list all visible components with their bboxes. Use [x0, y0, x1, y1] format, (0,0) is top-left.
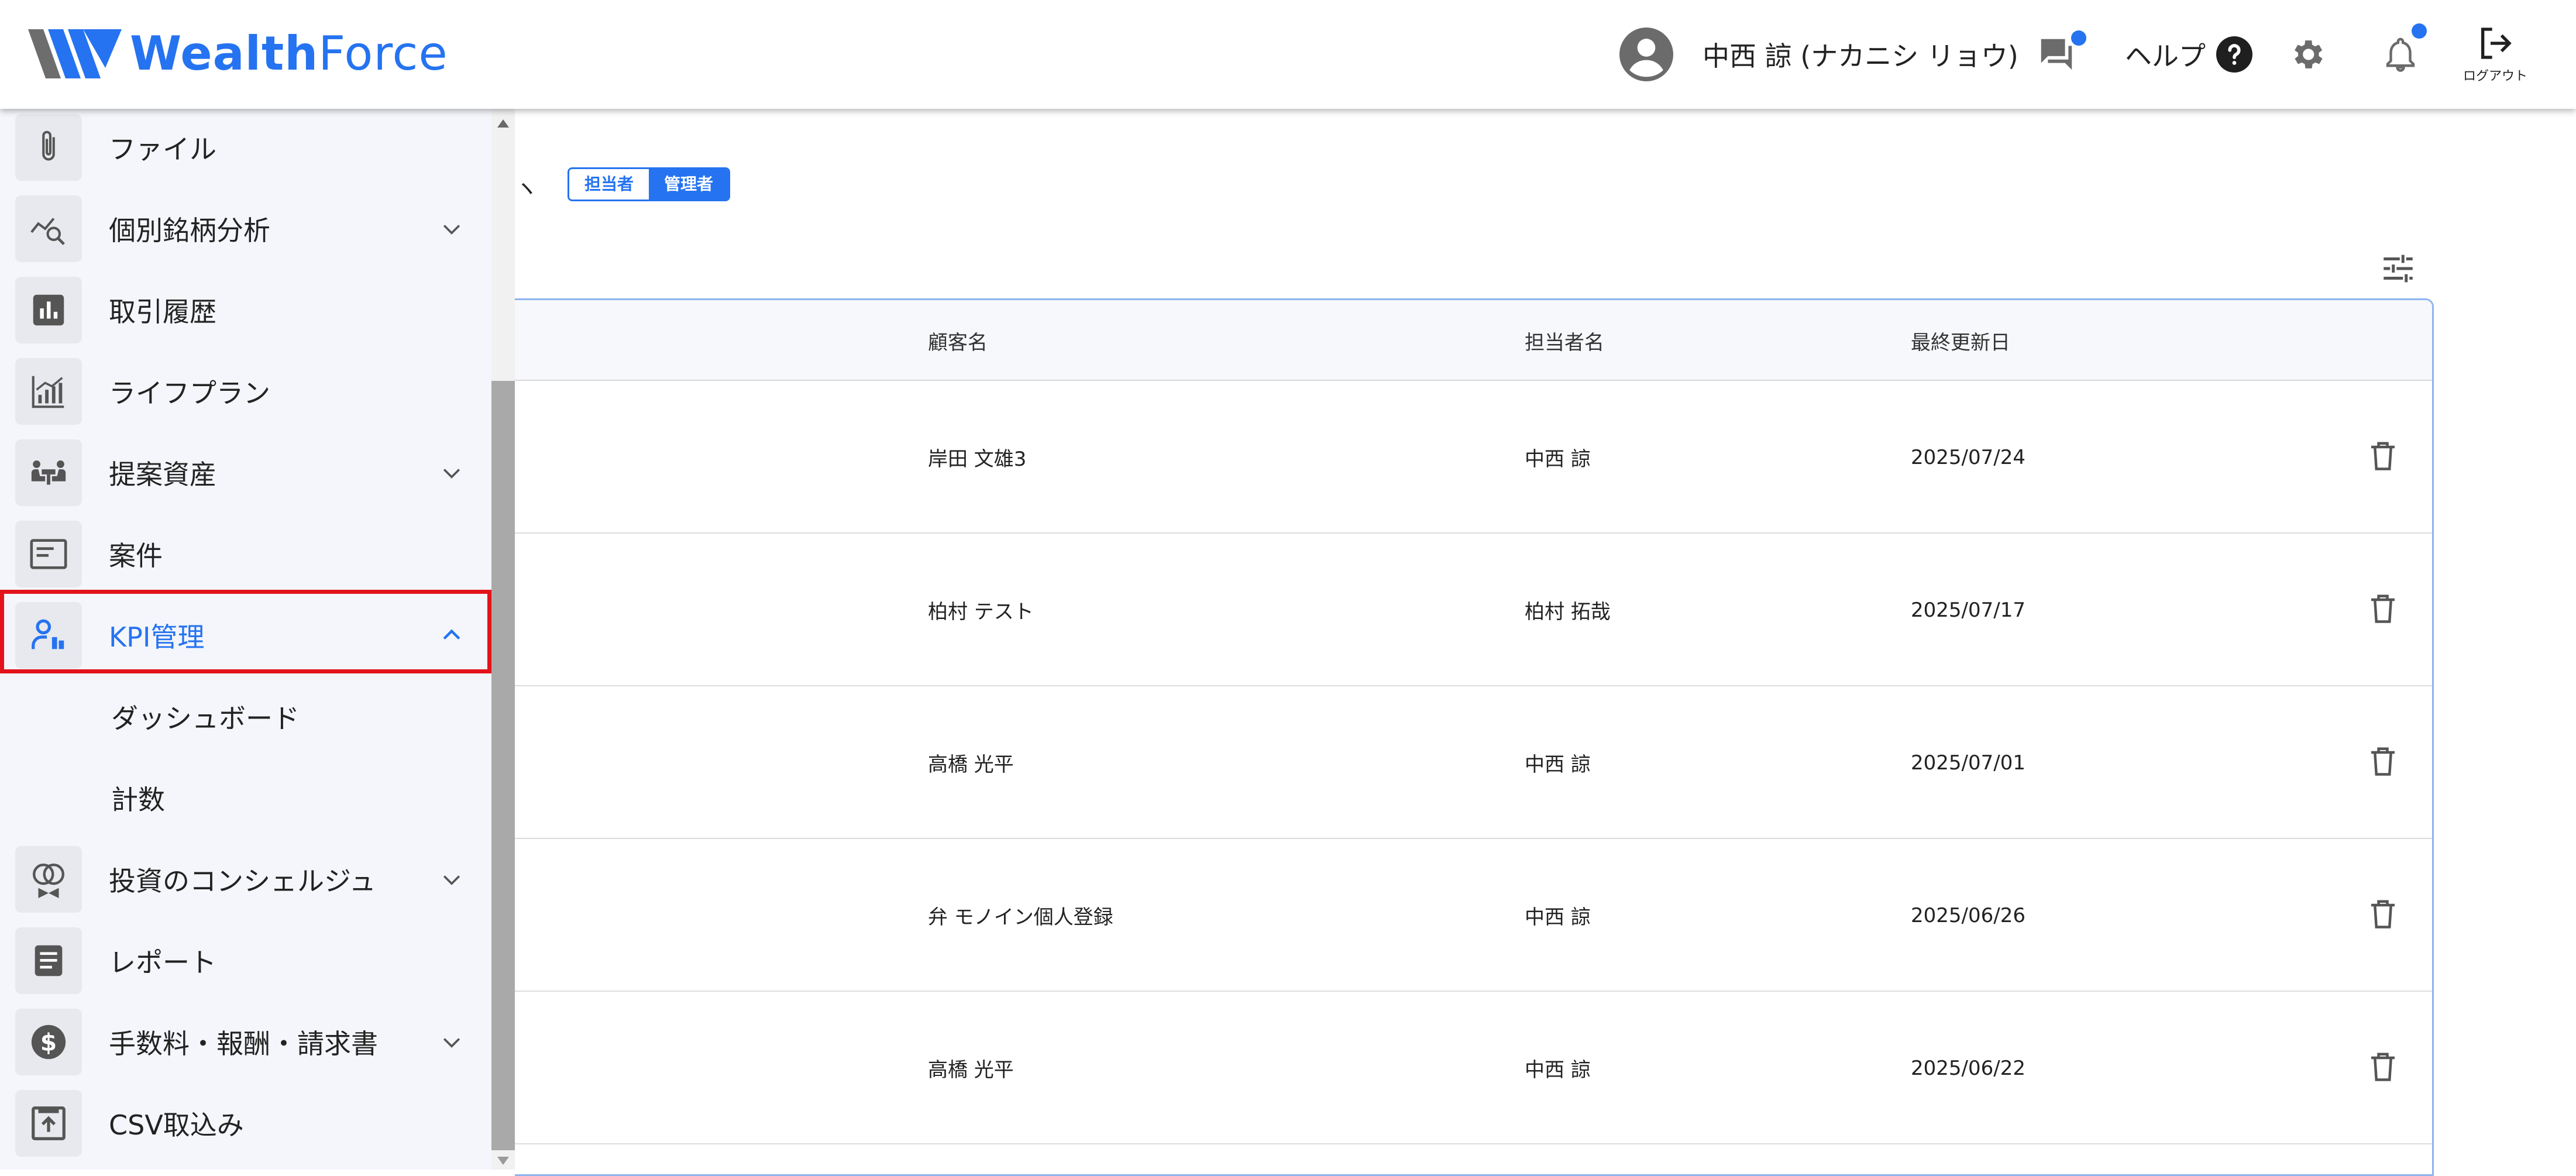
- user-name[interactable]: 中西 諒 (ナカニシ リョウ): [1703, 0, 2018, 109]
- column-header-updated[interactable]: 最終更新日: [1911, 300, 2010, 381]
- bell-notification-dot: [2412, 23, 2427, 39]
- table-header: 顧客名 担当者名 最終更新日: [515, 300, 2432, 381]
- main-content: ヽ 担当者 管理者 顧客名 担当者名 最終更新日 岸田 文雄3 中西 諒 202…: [515, 109, 2576, 1176]
- trash-icon[interactable]: [2365, 1047, 2400, 1086]
- staff-name-cell: 中西 諒: [1525, 1058, 1591, 1082]
- chevron-down-icon: [443, 875, 460, 885]
- client-name-cell: 高橋 光平: [928, 1058, 1014, 1082]
- sidebar-item-kpi[interactable]: KPI管理: [0, 594, 491, 676]
- filter-settings-icon[interactable]: [2379, 249, 2417, 288]
- updated-date-cell: 2025/06/22: [1911, 1056, 2025, 1080]
- meeting-icon: [15, 439, 82, 506]
- card-icon: [15, 520, 82, 587]
- chart-search-icon: [15, 195, 82, 262]
- sidebar-item-label: CSV取込み: [109, 1109, 244, 1141]
- help-icon: [2216, 36, 2252, 73]
- sidebar-item-stock-analysis[interactable]: 個別銘柄分析: [0, 188, 491, 269]
- client-name-cell: 弁 モノイン個人登録: [928, 906, 1113, 929]
- trash-icon[interactable]: [2365, 436, 2400, 475]
- sidebar-item-label: KPI管理: [109, 621, 205, 653]
- table-row[interactable]: 岸田 文雄3 中西 諒 2025/07/24: [515, 381, 2432, 534]
- help-link[interactable]: ヘルプ: [2125, 0, 2252, 109]
- svg-text:$: $: [40, 1028, 57, 1056]
- sidebar-item-file[interactable]: ファイル: [0, 106, 491, 188]
- trash-icon[interactable]: [2365, 895, 2400, 933]
- trash-icon[interactable]: [2365, 589, 2400, 628]
- person-kpi-icon: [15, 601, 82, 669]
- sidebar-item-proposal-assets[interactable]: 提案資産: [0, 432, 491, 513]
- logo-mark-icon: [28, 29, 122, 78]
- sidebar-item-cases[interactable]: 案件: [0, 513, 491, 594]
- logout-label: ログアウト: [2462, 69, 2527, 84]
- role-toggle-admin[interactable]: 管理者: [649, 169, 729, 200]
- table-row[interactable]: 柏村 テスト 柏村 拓哉 2025/07/17: [515, 534, 2432, 686]
- growth-chart-icon: [15, 357, 82, 425]
- wealthforce-logo[interactable]: WealthForce: [28, 26, 448, 82]
- sidebar-item-life-plan[interactable]: ライフプラン: [0, 350, 491, 432]
- table-row[interactable]: 高橋 光平 中西 諒 2025/06/22: [515, 992, 2432, 1144]
- app-header: WealthForce 中西 諒 (ナカニシ リョウ) ヘルプ ログアウト: [0, 0, 2576, 109]
- updated-date-cell: 2025/07/17: [1911, 598, 2025, 622]
- client-name-cell: 柏村 テスト: [928, 600, 1034, 624]
- sidebar-item-label: 投資のコンシェルジュ: [109, 865, 376, 897]
- column-header-client[interactable]: 顧客名: [928, 300, 988, 381]
- document-icon: [15, 927, 82, 994]
- user-avatar-icon[interactable]: [1619, 0, 1673, 109]
- chevron-up-icon: [443, 629, 460, 639]
- chat-icon[interactable]: [2036, 0, 2086, 109]
- sidebar-subitem-counts[interactable]: 計数: [111, 757, 165, 838]
- sidebar-item-label: 提案資産: [109, 458, 216, 490]
- role-toggle-staff[interactable]: 担当者: [569, 169, 649, 200]
- scrollbar-thumb[interactable]: [491, 381, 515, 1150]
- sidebar-item-label: ライフプラン: [109, 377, 270, 409]
- scroll-up-arrow-icon[interactable]: [497, 119, 509, 128]
- sidebar-item-concierge[interactable]: 投資のコンシェルジュ: [0, 838, 491, 920]
- trash-icon[interactable]: [2365, 742, 2400, 780]
- logo-text: WealthForce: [130, 26, 448, 81]
- sidebar-nav: ファイル 個別銘柄分析 取引履歴 ライフプラン 提案資産 案件 KPI管理 ダッ…: [0, 109, 491, 1170]
- role-toggle[interactable]: 担当者 管理者: [568, 167, 731, 201]
- paperclip-icon: [15, 114, 82, 181]
- sidebar-item-label: 取引履歴: [109, 295, 216, 328]
- logout-button[interactable]: ログアウト: [2457, 0, 2533, 109]
- table-row[interactable]: 弁 モノイン個人登録 中西 諒 2025/06/26: [515, 839, 2432, 992]
- chevron-down-icon: [443, 1037, 460, 1048]
- sidebar-item-trade-history[interactable]: 取引履歴: [0, 269, 491, 350]
- bell-icon[interactable]: [2381, 0, 2427, 109]
- table-row[interactable]: 高橋 光平 中西 諒 2025/07/01: [515, 686, 2432, 839]
- scroll-down-arrow-icon[interactable]: [497, 1157, 509, 1165]
- client-name-cell: 岸田 文雄3: [928, 448, 1027, 471]
- updated-date-cell: 2025/07/24: [1911, 445, 2025, 469]
- client-name-cell: 高橋 光平: [928, 753, 1014, 776]
- cases-table: 顧客名 担当者名 最終更新日 岸田 文雄3 中西 諒 2025/07/24 柏村…: [515, 298, 2434, 1176]
- logout-icon: [2481, 27, 2512, 59]
- sidebar-item-label: ファイル: [109, 133, 216, 165]
- dollar-icon: $: [15, 1008, 82, 1075]
- chevron-down-icon: [443, 468, 460, 479]
- staff-name-cell: 中西 諒: [1525, 906, 1591, 929]
- gear-icon[interactable]: [2288, 0, 2329, 109]
- bar-chart-icon: [15, 276, 82, 343]
- staff-name-cell: 柏村 拓哉: [1525, 600, 1611, 624]
- sidebar-scrollbar[interactable]: [491, 109, 515, 1170]
- help-label: ヘルプ: [2125, 40, 2206, 72]
- staff-name-cell: 中西 諒: [1525, 448, 1591, 471]
- column-header-staff[interactable]: 担当者名: [1525, 300, 1604, 381]
- sidebar-item-label: レポート: [109, 946, 216, 978]
- sidebar-item-report[interactable]: レポート: [0, 920, 491, 1001]
- chat-notification-dot: [2071, 30, 2086, 46]
- staff-name-cell: 中西 諒: [1525, 753, 1591, 776]
- updated-date-cell: 2025/07/01: [1911, 751, 2025, 775]
- updated-date-cell: 2025/06/26: [1911, 903, 2025, 927]
- chevron-down-icon: [443, 224, 460, 235]
- sidebar-item-label: 案件: [109, 539, 163, 572]
- title-fragment: ヽ: [515, 176, 538, 202]
- sidebar-item-label: 手数料・報酬・請求書: [109, 1027, 378, 1060]
- upload-icon: [15, 1089, 82, 1157]
- rings-icon: [15, 845, 82, 913]
- sidebar-subitem-dashboard[interactable]: ダッシュボード: [111, 676, 300, 757]
- sidebar-item-label: 個別銘柄分析: [109, 214, 270, 246]
- sidebar-item-csv-import[interactable]: CSV取込み: [0, 1082, 491, 1164]
- sidebar-item-fees[interactable]: $ 手数料・報酬・請求書: [0, 1001, 491, 1082]
